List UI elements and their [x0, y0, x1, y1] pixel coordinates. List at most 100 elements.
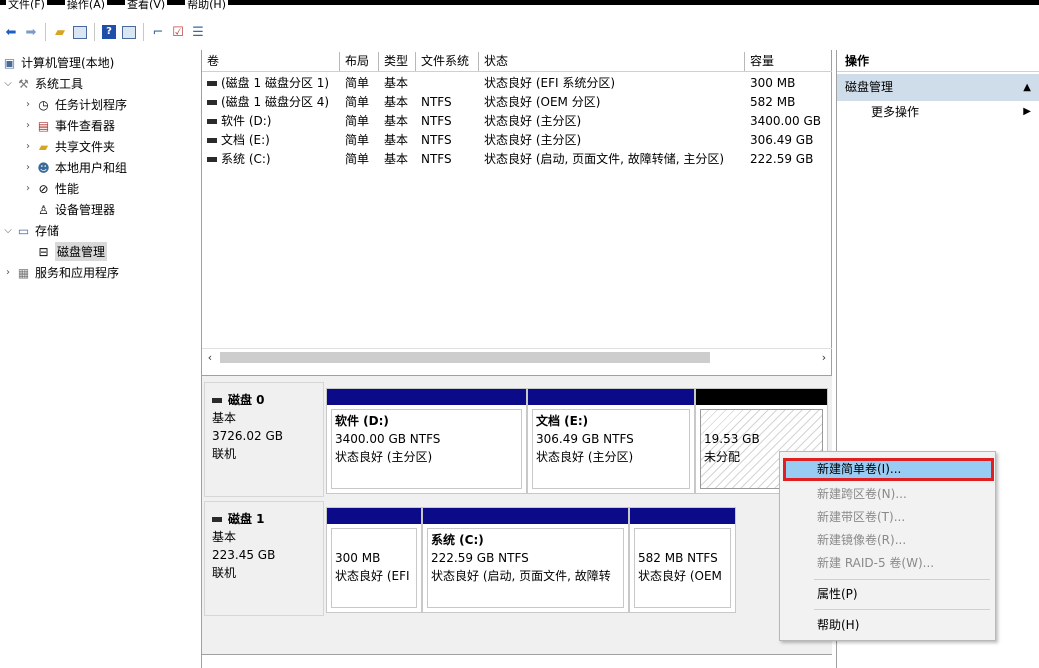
tree-label: 事件查看器 — [55, 119, 116, 133]
chevron-down-icon[interactable]: ⌵ — [2, 225, 14, 236]
menu-item-new-spanned-volume[interactable]: 新建跨区卷(N)... — [780, 483, 995, 506]
services-icon: ▦ — [17, 265, 30, 280]
partition-oem[interactable]: 582 MB NTFS 状态良好 (OEM — [629, 507, 736, 613]
chevron-right-icon[interactable]: › — [22, 99, 34, 110]
actions-section-disk-management[interactable]: 磁盘管理 ▲ — [837, 74, 1039, 101]
chevron-right-icon[interactable]: › — [22, 141, 34, 152]
list-icon[interactable]: ☰ — [189, 23, 207, 41]
horizontal-scrollbar[interactable]: ‹ › — [202, 348, 832, 365]
volume-layout: 简单 — [345, 76, 370, 90]
more-actions-item[interactable]: 更多操作 ▶ — [837, 101, 1039, 123]
partition-size: 582 MB NTFS — [638, 551, 718, 565]
volume-status: 状态良好 (主分区) — [484, 114, 582, 128]
event-log-icon: ▤ — [37, 118, 50, 133]
menu-help[interactable]: 帮助(H) — [185, 0, 228, 10]
tree-item-device-manager[interactable]: ♙ 设备管理器 — [34, 199, 115, 220]
check-icon[interactable]: ☑ — [169, 23, 187, 41]
partition-e[interactable]: 文档 (E:) 306.49 GB NTFS 状态良好 (主分区) — [527, 388, 695, 494]
menu-item-new-mirrored-volume[interactable]: 新建镜像卷(R)... — [780, 529, 995, 552]
partition-status: 状态良好 (启动, 页面文件, 故障转 — [431, 569, 611, 583]
up-folder-icon[interactable]: ▰ — [51, 23, 69, 41]
menu-item-help[interactable]: 帮助(H) — [780, 614, 995, 637]
partition-status: 状态良好 (主分区) — [536, 450, 634, 464]
chevron-right-icon[interactable]: › — [22, 162, 34, 173]
volume-name: 文档 (E:) — [221, 133, 270, 147]
tree-item-system-tools[interactable]: ⌵ ⚒ 系统工具 — [2, 73, 83, 94]
partition-c[interactable]: 系统 (C:) 222.59 GB NTFS 状态良好 (启动, 页面文件, 故… — [422, 507, 629, 613]
disk-size: 223.45 GB — [212, 548, 276, 562]
shared-folder-icon: ▰ — [38, 139, 49, 154]
table-row[interactable]: 文档 (E:) 简单 基本 NTFS 状态良好 (主分区) 306.49 GB — [202, 130, 832, 149]
column-header-status[interactable]: 状态 — [479, 52, 745, 71]
disk-management-pane: 卷 布局 类型 文件系统 状态 容量 (磁盘 1 磁盘分区 1) 简单 基本 状… — [201, 50, 832, 668]
scrollbar-thumb[interactable] — [220, 352, 710, 363]
table-row[interactable]: (磁盘 1 磁盘分区 1) 简单 基本 状态良好 (EFI 系统分区) 300 … — [202, 73, 832, 92]
computer-management-icon: ▣ — [3, 55, 16, 70]
volume-type: 基本 — [384, 76, 409, 90]
tree-label: 存储 — [35, 224, 60, 238]
toolbar-separator — [45, 23, 46, 41]
tree-item-storage[interactable]: ⌵ ▭ 存储 — [2, 220, 59, 241]
tree-item-disk-management[interactable]: ⊟ 磁盘管理 — [34, 241, 108, 262]
properties-icon[interactable] — [120, 23, 138, 41]
menu-view[interactable]: 查看(V) — [125, 0, 168, 10]
connect-icon[interactable]: ⌐ — [149, 23, 167, 41]
column-header-filesystem[interactable]: 文件系统 — [416, 52, 479, 71]
chevron-right-icon[interactable]: › — [2, 267, 14, 278]
partition-status: 状态良好 (主分区) — [335, 450, 433, 464]
partition-d[interactable]: 软件 (D:) 3400.00 GB NTFS 状态良好 (主分区) — [326, 388, 527, 494]
tree-item-task-scheduler[interactable]: › ◷ 任务计划程序 — [22, 94, 127, 115]
partition-bar — [528, 389, 694, 405]
chevron-right-icon[interactable]: › — [22, 183, 34, 194]
chevron-right-icon[interactable]: › — [22, 120, 34, 131]
tree-item-performance[interactable]: › ⊘ 性能 — [22, 178, 79, 199]
scroll-right-icon[interactable]: › — [816, 349, 832, 366]
tree-label: 性能 — [55, 182, 80, 196]
tools-icon: ⚒ — [18, 76, 29, 91]
volume-status: 状态良好 (OEM 分区) — [484, 95, 601, 109]
disk-0-label[interactable]: 磁盘 0 基本 3726.02 GB 联机 — [204, 382, 324, 497]
volume-type: 基本 — [384, 114, 409, 128]
tree-item-local-users[interactable]: › ☻ 本地用户和组 — [22, 157, 127, 178]
volume-name: 软件 (D:) — [221, 114, 272, 128]
submenu-arrow-icon: ▶ — [1023, 106, 1031, 117]
back-arrow-icon[interactable]: ⬅ — [2, 23, 20, 41]
tree-item-root[interactable]: ▣ 计算机管理(本地) — [0, 52, 115, 73]
partition-bar — [423, 508, 628, 524]
forward-arrow-icon[interactable]: ➡ — [22, 23, 40, 41]
menu-file[interactable]: 文件(F) — [6, 0, 47, 10]
tree-item-event-viewer[interactable]: › ▤ 事件查看器 — [22, 115, 115, 136]
menu-item-new-striped-volume[interactable]: 新建带区卷(T)... — [780, 506, 995, 529]
menu-action[interactable]: 操作(A) — [64, 0, 108, 10]
tree-item-services[interactable]: › ▦ 服务和应用程序 — [2, 262, 119, 283]
tree-label: 任务计划程序 — [55, 98, 128, 112]
volume-filesystem: NTFS — [421, 113, 452, 128]
column-header-capacity[interactable]: 容量 — [745, 52, 832, 71]
partition-bar — [327, 508, 421, 524]
partition-bar — [327, 389, 526, 405]
tree-item-shared-folders[interactable]: › ▰ 共享文件夹 — [22, 136, 115, 157]
volume-status: 状态良好 (启动, 页面文件, 故障转储, 主分区) — [484, 152, 725, 166]
table-row[interactable]: 系统 (C:) 简单 基本 NTFS 状态良好 (启动, 页面文件, 故障转储,… — [202, 149, 832, 168]
table-row[interactable]: 软件 (D:) 简单 基本 NTFS 状态良好 (主分区) 3400.00 GB — [202, 111, 832, 130]
chevron-down-icon[interactable]: ⌵ — [2, 78, 14, 89]
device-manager-icon: ♙ — [38, 202, 49, 217]
column-header-type[interactable]: 类型 — [379, 52, 416, 71]
collapse-up-icon[interactable]: ▲ — [1023, 74, 1031, 101]
volume-name: (磁盘 1 磁盘分区 1) — [221, 76, 330, 90]
menu-item-properties[interactable]: 属性(P) — [780, 583, 995, 606]
partition-title: 文档 (E:) — [536, 414, 589, 428]
scroll-left-icon[interactable]: ‹ — [202, 349, 218, 366]
partition-efi[interactable]: 300 MB 状态良好 (EFI — [326, 507, 422, 613]
column-header-layout[interactable]: 布局 — [340, 52, 379, 71]
help-icon[interactable]: ? — [100, 23, 118, 41]
volume-icon — [207, 81, 217, 86]
disk-management-icon: ⊟ — [38, 244, 49, 259]
column-header-volume[interactable]: 卷 — [202, 52, 340, 71]
disk-1-label[interactable]: 磁盘 1 基本 223.45 GB 联机 — [204, 501, 324, 616]
menu-item-new-raid5-volume[interactable]: 新建 RAID-5 卷(W)... — [780, 552, 995, 575]
menu-item-new-simple-volume[interactable]: 新建简单卷(I)... — [783, 458, 994, 481]
show-hide-tree-icon[interactable] — [71, 23, 89, 41]
disk-icon — [212, 516, 222, 522]
table-row[interactable]: (磁盘 1 磁盘分区 4) 简单 基本 NTFS 状态良好 (OEM 分区) 5… — [202, 92, 832, 111]
